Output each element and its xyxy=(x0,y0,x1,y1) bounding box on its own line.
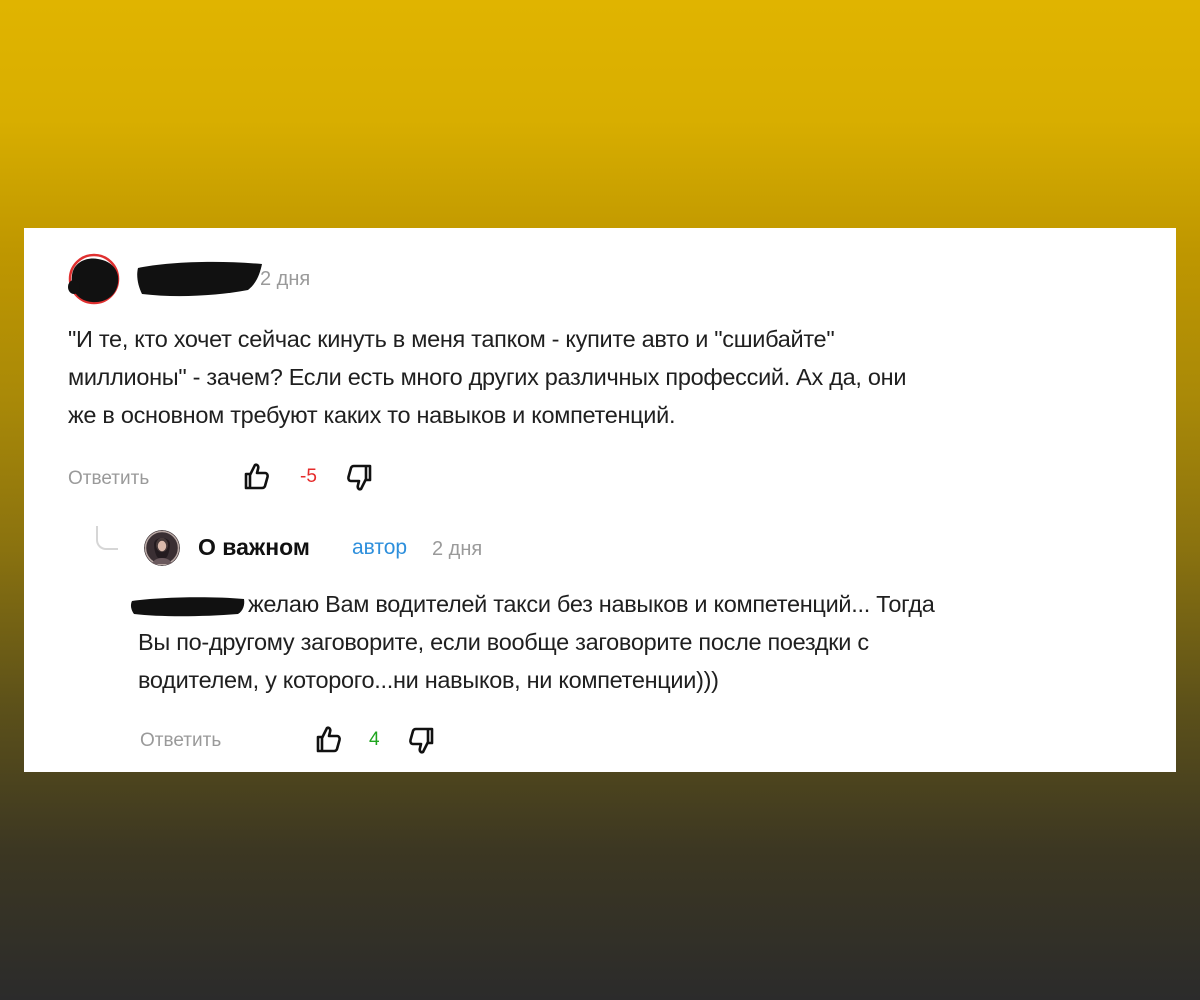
thumbs-up-icon[interactable] xyxy=(242,462,270,490)
username-redacted[interactable] xyxy=(136,258,264,298)
comment-text: "И те, кто хочет сейчас кинуть в меня та… xyxy=(68,320,906,434)
comment-text-line: "И те, кто хочет сейчас кинуть в меня та… xyxy=(68,326,835,352)
comment-time: 2 дня xyxy=(260,268,311,290)
reply-button[interactable]: Ответить xyxy=(140,730,221,752)
author-name[interactable]: О важном xyxy=(198,534,310,561)
reply-button[interactable]: Ответить xyxy=(68,468,149,490)
vote-score: 4 xyxy=(369,729,380,750)
comments-card: 2 дня "И те, кто хочет сейчас кинуть в м… xyxy=(24,228,1176,772)
comment-text-line: же в основном требуют каких то навыков и… xyxy=(68,402,676,428)
thumbs-down-icon[interactable] xyxy=(346,464,374,492)
reply-text-line: Вы по-другому заговорите, если вообще за… xyxy=(138,629,869,655)
mention-redacted xyxy=(130,597,245,617)
comment-text-line: миллионы" - зачем? Если есть много други… xyxy=(68,364,907,390)
reply-time: 2 дня xyxy=(432,538,483,560)
author-badge: автор xyxy=(352,536,408,559)
thread-connector xyxy=(96,526,118,550)
reply-first-line-text: желаю Вам водителей такси без навыков и … xyxy=(248,591,935,617)
reply-text: желаю Вам водителей такси без навыков и … xyxy=(130,585,935,699)
user-avatar-redacted[interactable] xyxy=(68,253,120,305)
reply-text-line: водителем, у которого...ни навыков, ни к… xyxy=(138,667,719,693)
reply-text-line: желаю Вам водителей такси без навыков и … xyxy=(130,585,935,623)
vote-score: -5 xyxy=(300,466,317,487)
thumbs-up-icon[interactable] xyxy=(314,725,342,753)
author-avatar[interactable] xyxy=(144,530,180,566)
thumbs-down-icon[interactable] xyxy=(408,727,436,755)
